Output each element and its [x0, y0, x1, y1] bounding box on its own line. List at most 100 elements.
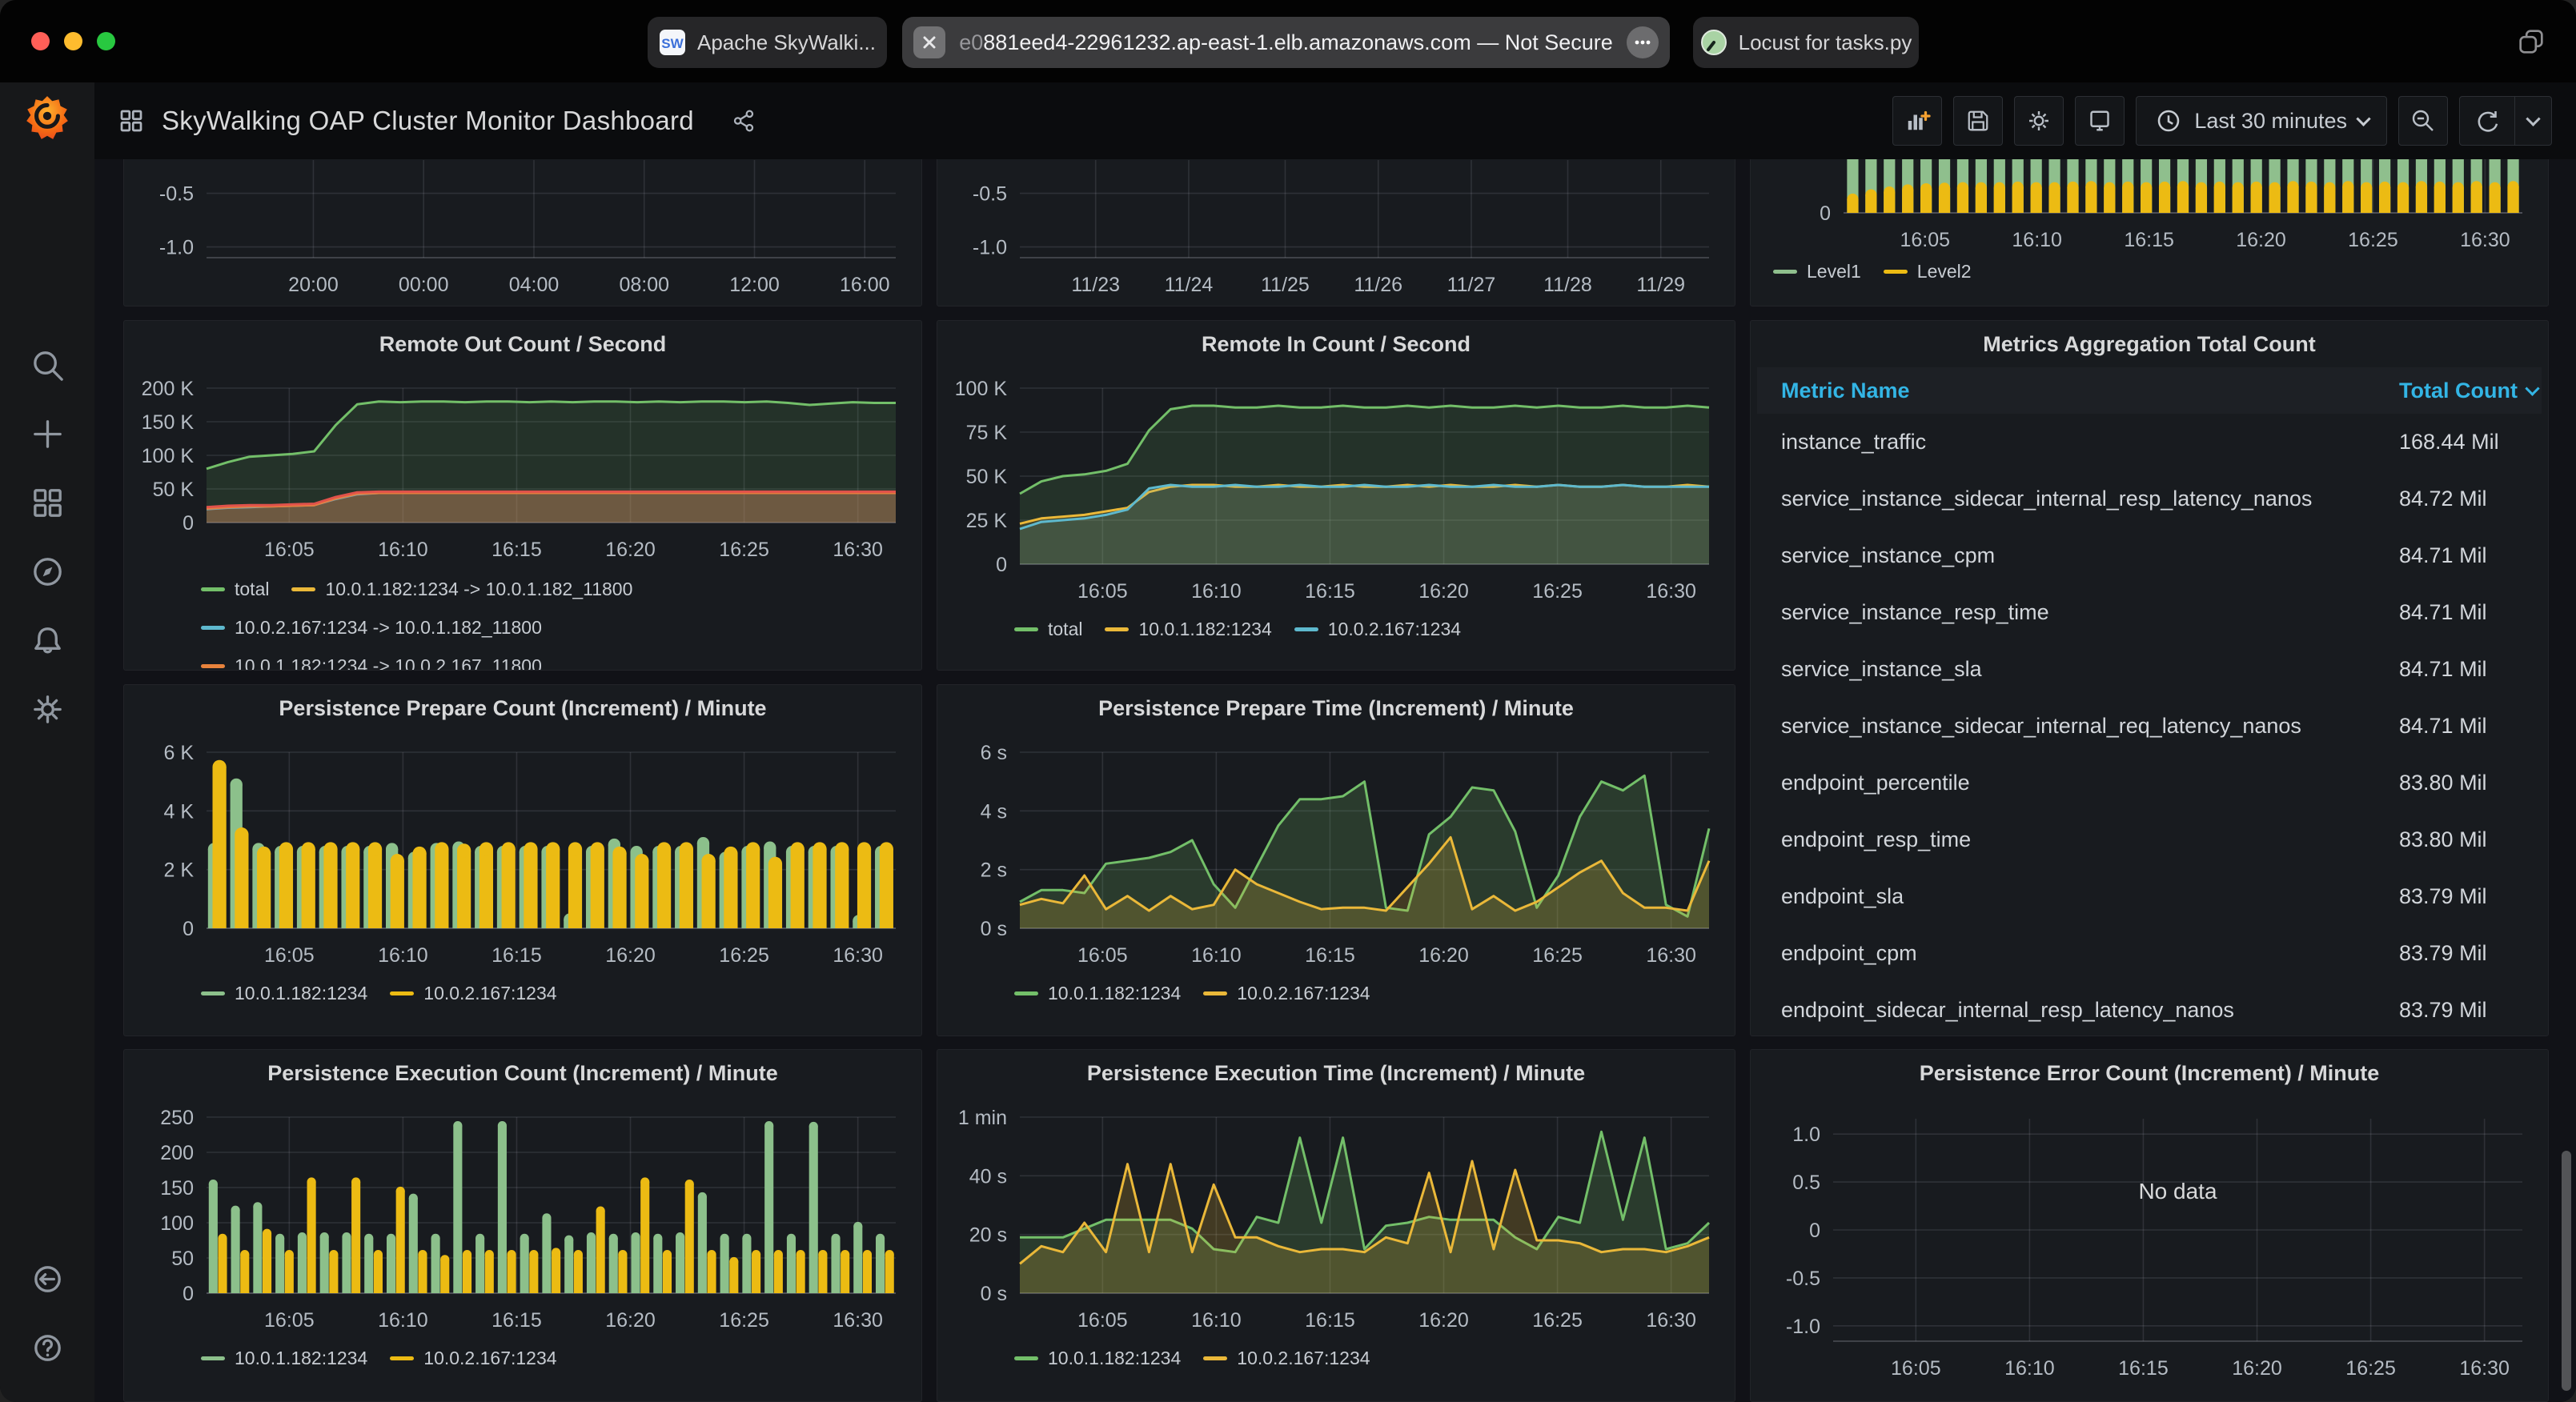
add-panel-button[interactable] [1892, 96, 1942, 146]
legend-label: 10.0.2.167:1234 [423, 978, 556, 1008]
panel-error-count: Persistence Error Count (Increment) / Mi… [1750, 1049, 2549, 1402]
chart-levels[interactable]: 16:0516:1016:1516:2016:2516:300 [1757, 159, 2542, 251]
zoom-out-button[interactable] [2398, 96, 2448, 146]
chart-remote-in[interactable]: 16:0516:1016:1516:2016:2516:30100 K75 K5… [944, 367, 1728, 609]
metric-name-cell: endpoint_cpm [1757, 941, 2399, 966]
svg-text:16:15: 16:15 [492, 1309, 542, 1332]
search-icon [29, 346, 66, 384]
exit-icon [29, 1260, 66, 1298]
chart-overview-b[interactable]: 11/2311/2411/2511/2611/2711/2811/29-0.5-… [944, 159, 1728, 294]
svg-text:2 s: 2 s [981, 859, 1007, 882]
time-range-picker[interactable]: Last 30 minutes [2136, 96, 2387, 146]
svg-text:0: 0 [183, 1283, 194, 1305]
table-header-metric-name[interactable]: Metric Name [1757, 379, 2399, 403]
zoom-out-icon [2409, 106, 2438, 135]
sidebar-item-explore[interactable] [0, 537, 94, 606]
chart-remote-out[interactable]: 16:0516:1016:1516:2016:2516:30200 K150 K… [130, 367, 915, 569]
legend-item[interactable]: 10.0.2.167:1234 [1203, 1343, 1370, 1373]
tab-overview-icon[interactable] [2515, 26, 2547, 58]
save-icon [1964, 106, 1992, 135]
tab-locust[interactable]: Locust for tasks.py [1693, 17, 1919, 68]
legend-item[interactable]: total [1014, 614, 1082, 644]
svg-text:SW: SW [661, 36, 684, 51]
svg-text:16:15: 16:15 [1305, 1309, 1355, 1332]
table-header-total-count[interactable]: Total Count [2399, 379, 2542, 403]
scrollbar-thumb[interactable] [2562, 1151, 2571, 1391]
sidebar-item-alerting[interactable] [0, 606, 94, 675]
legend-item[interactable]: 10.0.1.182:1234 -> 10.0.2.167_11800 [201, 651, 542, 671]
sidebar-item-configuration[interactable] [0, 675, 94, 743]
metric-name-cell: service_instance_sidecar_internal_req_la… [1757, 714, 2399, 739]
svg-text:0 s: 0 s [981, 918, 1007, 940]
panel-title[interactable]: Persistence Prepare Time (Increment) / M… [944, 685, 1728, 731]
svg-text:16:15: 16:15 [2124, 229, 2174, 251]
panel-title[interactable]: Persistence Execution Time (Increment) /… [944, 1050, 1728, 1096]
cycle-view-button[interactable] [2075, 96, 2125, 146]
panel-title[interactable]: Metrics Aggregation Total Count [1757, 321, 2542, 367]
time-range-label: Last 30 minutes [2194, 109, 2347, 134]
svg-text:16:30: 16:30 [833, 944, 883, 967]
panel-title[interactable]: Remote In Count / Second [944, 321, 1728, 367]
sidebar-item-search[interactable] [0, 330, 94, 399]
legend-item[interactable]: 10.0.1.182:1234 [1014, 1343, 1181, 1373]
legend-item[interactable]: Level2 [1884, 256, 1972, 286]
svg-text:16:15: 16:15 [2118, 1357, 2169, 1380]
legend-item[interactable]: Level1 [1773, 256, 1861, 286]
share-icon[interactable] [731, 108, 756, 134]
tab-apache-skywalking[interactable]: SW Apache SkyWalki... [648, 17, 887, 68]
tab-close-button[interactable] [913, 26, 945, 58]
legend-item[interactable]: 10.0.2.167:1234 [1203, 978, 1370, 1008]
tab-active-dashboard[interactable]: e0881eed4-22961232.ap-east-1.elb.amazona… [902, 17, 1670, 68]
grafana-logo-icon[interactable] [22, 94, 72, 143]
chart-exec-time[interactable]: 16:0516:1016:1516:2016:2516:301 min40 s2… [944, 1096, 1728, 1338]
svg-text:16:10: 16:10 [2004, 1357, 2055, 1380]
window-close-button[interactable] [31, 32, 50, 50]
save-dashboard-button[interactable] [1953, 96, 2003, 146]
window-zoom-button[interactable] [97, 32, 115, 50]
legend-item[interactable]: 10.0.2.167:1234 [1294, 614, 1461, 644]
panel-title[interactable]: Persistence Execution Count (Increment) … [130, 1050, 915, 1096]
chart-error-count[interactable]: 16:0516:1016:1516:2016:2516:301.00.50-0.… [1757, 1096, 2542, 1394]
sort-desc-icon [2525, 381, 2539, 395]
sidebar-item-help[interactable] [0, 1313, 94, 1382]
chart-exec-count[interactable]: 16:0516:1016:1516:2016:2516:302502001501… [130, 1096, 915, 1338]
svg-text:16:30: 16:30 [2459, 1357, 2510, 1380]
panel-title[interactable]: Persistence Prepare Count (Increment) / … [130, 685, 915, 731]
sidebar-item-sign-out[interactable] [0, 1244, 94, 1313]
legend-item[interactable]: 10.0.1.182:1234 [1014, 978, 1181, 1008]
legend-item[interactable]: 10.0.2.167:1234 [390, 978, 556, 1008]
legend-item[interactable]: total [201, 574, 269, 604]
window-minimize-button[interactable] [64, 32, 82, 50]
panel-title[interactable]: Persistence Error Count (Increment) / Mi… [1757, 1050, 2542, 1096]
svg-text:0: 0 [1820, 202, 1831, 225]
refresh-button[interactable] [2460, 96, 2514, 146]
svg-text:16:30: 16:30 [1646, 580, 1696, 603]
legend-item[interactable]: 10.0.1.182:1234 [201, 978, 367, 1008]
legend: 10.0.1.182:1234 10.0.2.167:1234 [130, 1338, 915, 1373]
svg-text:16:10: 16:10 [378, 539, 428, 561]
chart-prepare-count[interactable]: 16:0516:1016:1516:2016:2516:306 K4 K2 K0 [130, 731, 915, 973]
chart-overview-a[interactable]: 20:0000:0004:0008:0012:0016:00-0.5-1.0 [130, 159, 915, 294]
legend-item[interactable]: 10.0.1.182:1234 [201, 1343, 367, 1373]
tab-more-button[interactable] [1627, 26, 1659, 58]
table-row: service_instance_sidecar_internal_resp_l… [1757, 471, 2542, 527]
dashboard-settings-button[interactable] [2014, 96, 2064, 146]
panel-title[interactable]: Remote Out Count / Second [130, 321, 915, 367]
chart-prepare-time[interactable]: 16:0516:1016:1516:2016:2516:306 s4 s2 s0… [944, 731, 1728, 973]
sidebar-item-create[interactable] [0, 399, 94, 468]
refresh-interval-dropdown[interactable] [2515, 96, 2551, 146]
svg-text:16:05: 16:05 [1077, 944, 1128, 967]
svg-text:16:30: 16:30 [1646, 1309, 1696, 1332]
legend-item[interactable]: 10.0.2.167:1234 [390, 1343, 556, 1373]
svg-text:16:15: 16:15 [1305, 580, 1355, 603]
svg-text:-0.5: -0.5 [1786, 1268, 1820, 1290]
sidebar-item-dashboards[interactable] [0, 468, 94, 537]
legend-item[interactable]: 10.0.1.182:1234 -> 10.0.1.182_11800 [291, 574, 632, 604]
legend-item[interactable]: 10.0.1.182:1234 [1105, 614, 1271, 644]
dashboard-grid-icon[interactable] [117, 106, 146, 135]
legend-item[interactable]: 10.0.2.167:1234 -> 10.0.1.182_11800 [201, 612, 542, 643]
legend-swatch-icon [1203, 1356, 1227, 1360]
page-title[interactable]: SkyWalking OAP Cluster Monitor Dashboard [162, 106, 694, 136]
svg-text:150: 150 [160, 1177, 194, 1200]
legend-label: 10.0.2.167:1234 [423, 1343, 556, 1373]
